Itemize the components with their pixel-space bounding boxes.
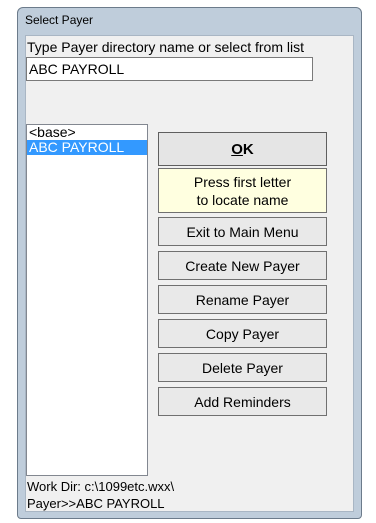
- ok-mnemonic: O: [231, 140, 243, 158]
- window-title: Select Payer: [25, 13, 94, 27]
- hint-line-1: Press first letter: [193, 173, 292, 190]
- copy-payer-button[interactable]: Copy Payer: [158, 319, 327, 348]
- list-item-abc-payroll[interactable]: ABC PAYROLL: [27, 140, 147, 155]
- locate-hint: Press first letter to locate name: [158, 168, 327, 213]
- hint-line-2: to locate name: [196, 191, 289, 208]
- current-payer-status: Payer>>ABC PAYROLL: [27, 496, 165, 511]
- exit-to-main-menu-button[interactable]: Exit to Main Menu: [158, 217, 327, 246]
- dialog-body: Type Payer directory name or select from…: [25, 35, 354, 512]
- work-dir-status: Work Dir: c:\1099etc.wxx\: [27, 479, 175, 494]
- create-new-payer-button[interactable]: Create New Payer: [158, 251, 327, 280]
- delete-payer-button[interactable]: Delete Payer: [158, 353, 327, 382]
- ok-button[interactable]: OK: [158, 132, 327, 166]
- rename-payer-button[interactable]: Rename Payer: [158, 285, 327, 314]
- payer-list[interactable]: <base> ABC PAYROLL: [26, 124, 148, 476]
- select-payer-window: Select Payer Type Payer directory name o…: [17, 7, 362, 519]
- list-item-base[interactable]: <base>: [27, 125, 147, 140]
- payer-prompt-label: Type Payer directory name or select from…: [27, 39, 304, 55]
- ok-label-rest: K: [242, 140, 254, 158]
- add-reminders-button[interactable]: Add Reminders: [158, 387, 327, 416]
- payer-name-input[interactable]: [26, 57, 313, 81]
